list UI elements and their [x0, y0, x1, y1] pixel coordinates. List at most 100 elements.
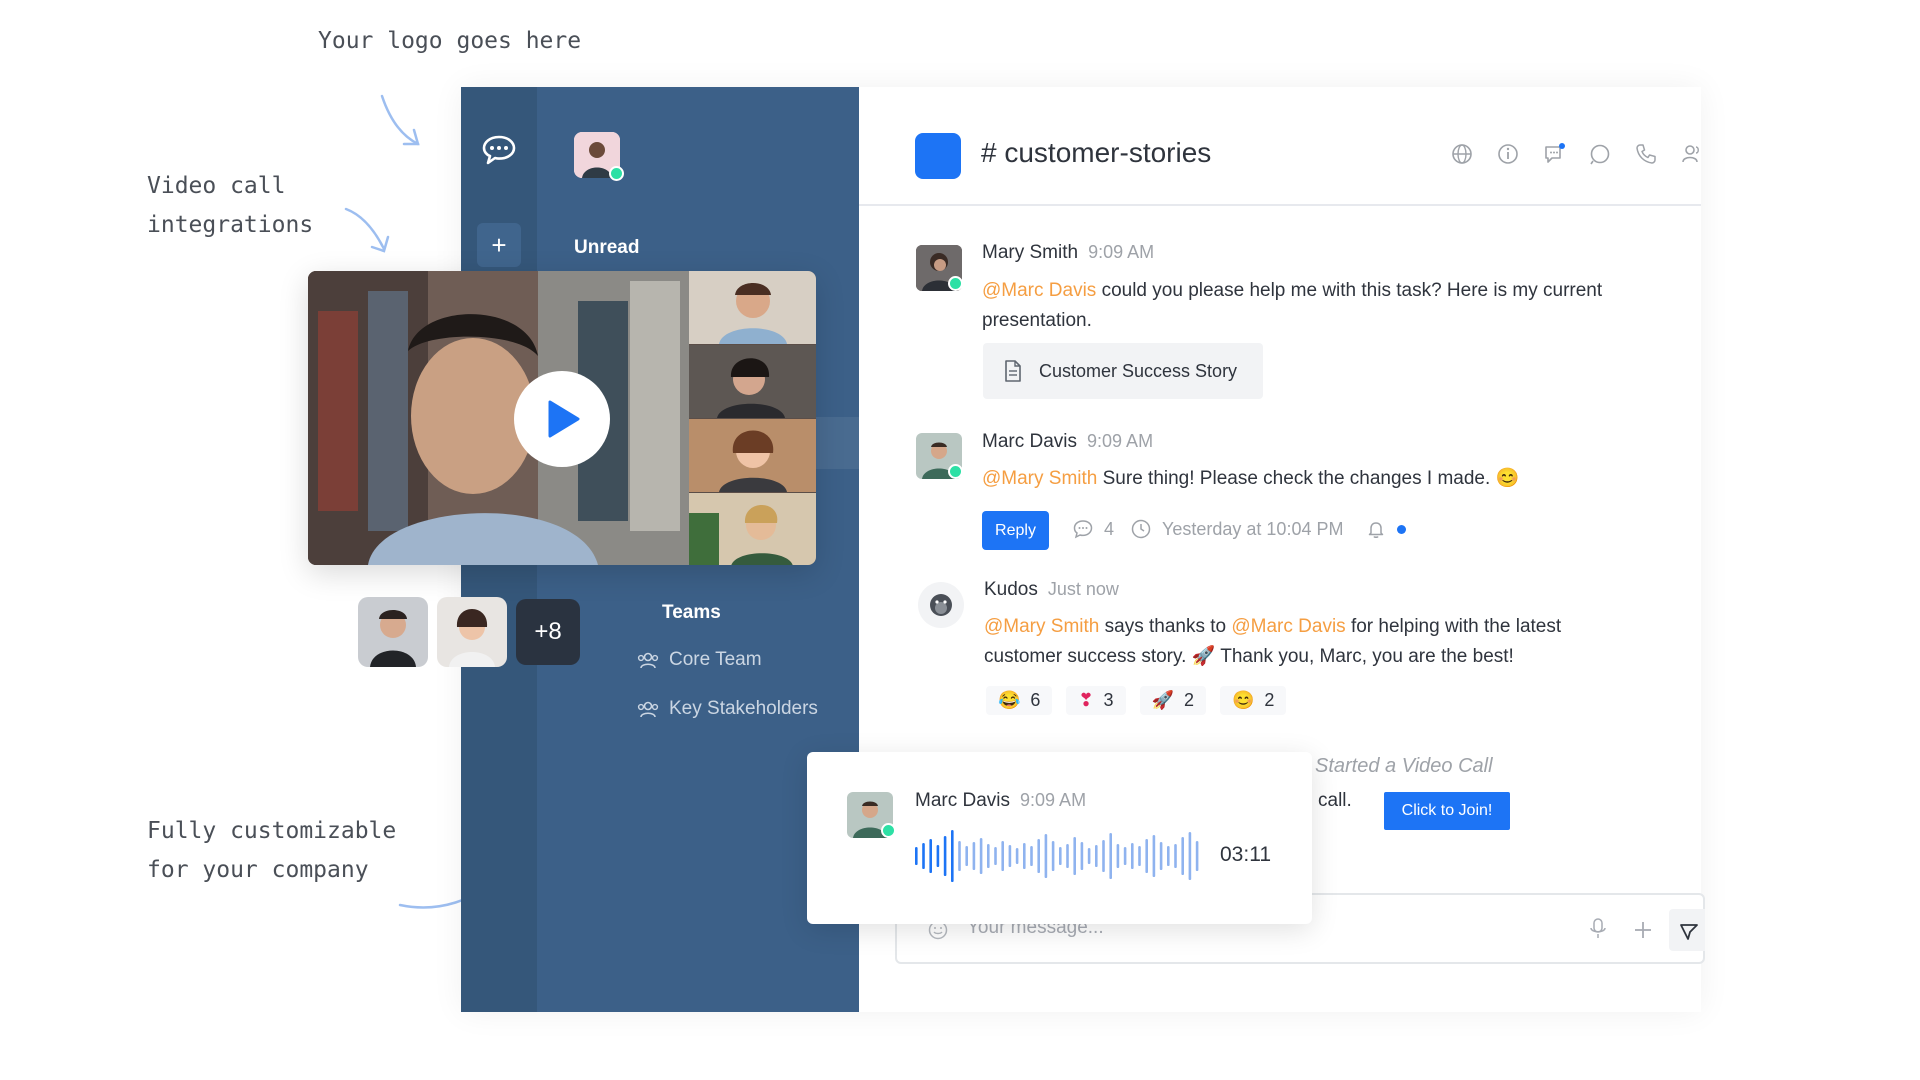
online-status-dot [881, 823, 896, 838]
waveform-bar [1059, 847, 1062, 865]
file-attachment[interactable]: Customer Success Story [983, 343, 1263, 399]
add-workspace-button[interactable]: + [477, 223, 521, 267]
participant-video[interactable] [689, 493, 816, 565]
custom-annotation-line1: Fully customizable [147, 818, 397, 844]
header-actions [1450, 142, 1704, 166]
comment-icon [1073, 520, 1093, 539]
message-body: @Mary Smith Sure thing! Please check the… [982, 464, 1682, 494]
message-author[interactable]: Kudos [984, 579, 1038, 600]
reaction-chip[interactable]: 😊 2 [1219, 686, 1287, 715]
team-icon [637, 652, 659, 669]
waveform-bar [1167, 846, 1170, 866]
custom-annotation-line2: for your company [147, 857, 369, 883]
mention-link[interactable]: @Marc Davis [982, 280, 1096, 301]
participant-video[interactable] [689, 419, 816, 492]
document-icon [1005, 360, 1021, 382]
avatar[interactable] [437, 597, 507, 667]
bell-icon[interactable] [1365, 518, 1387, 540]
message-time: 9:09 AM [1020, 790, 1087, 810]
discussion-icon[interactable] [1588, 142, 1612, 166]
send-icon [1680, 924, 1698, 940]
sidebar-section-unread: Unread [574, 237, 640, 258]
online-status-dot [948, 464, 963, 479]
waveform-bar [1001, 841, 1004, 871]
arrow-icon [380, 94, 420, 146]
waveform-bar [1152, 835, 1156, 877]
channel-avatar[interactable] [915, 133, 961, 179]
members-icon[interactable] [1680, 142, 1704, 166]
reaction-emoji: 😂 [998, 690, 1021, 710]
mention-link[interactable]: @Mary Smith [984, 616, 1099, 637]
participant-video[interactable] [689, 345, 816, 418]
mention-link[interactable]: @Marc Davis [1231, 616, 1345, 637]
threads-icon[interactable] [1542, 142, 1566, 166]
channel-title: # customer-stories [981, 137, 1212, 168]
waveform-bar [1080, 842, 1084, 870]
waveform-bar [1023, 843, 1026, 869]
waveform-bar [1095, 845, 1098, 867]
custom-annotation: Fully customizable for your company [147, 812, 396, 890]
waveform-bar [915, 847, 918, 865]
online-status-dot [609, 166, 624, 181]
logo-annotation: Your logo goes here [318, 28, 582, 54]
system-message: Started a Video Call [1315, 755, 1493, 777]
reaction-chip[interactable]: 😂 6 [986, 686, 1053, 715]
waveform-bar [1008, 845, 1012, 867]
waveform-bar [1051, 841, 1055, 871]
avatar[interactable] [358, 597, 428, 667]
message-header: Marc Davis 9:09 AM [982, 431, 1153, 453]
more-participants-badge[interactable]: +8 [516, 599, 580, 665]
reply-button[interactable]: Reply [982, 511, 1049, 550]
waveform-bar [1116, 844, 1120, 868]
plus-icon[interactable] [1632, 919, 1654, 941]
play-icon [548, 400, 580, 438]
video-annotation-line1: Video call [147, 173, 286, 199]
globe-icon[interactable] [1450, 142, 1474, 166]
audio-waveform[interactable] [915, 826, 1205, 886]
info-icon[interactable] [1496, 142, 1520, 166]
reaction-emoji: 🚀 [1151, 690, 1174, 710]
microphone-icon[interactable] [1587, 917, 1609, 941]
waveform-bar [1015, 848, 1019, 864]
reaction-emoji: ❣ [1078, 690, 1094, 710]
waveform-bar [987, 844, 990, 868]
play-button[interactable] [514, 371, 610, 467]
waveform-bar [1109, 833, 1112, 879]
waveform-bar [1195, 841, 1199, 871]
waveform-bar [1188, 832, 1192, 880]
reaction-chip[interactable]: ❣ 3 [1066, 686, 1126, 715]
audio-message-card: Marc Davis 9:09 AM 03:11 [807, 752, 1312, 924]
user-avatar-icon [437, 597, 507, 667]
mention-link[interactable]: @Mary Smith [982, 468, 1097, 489]
reaction-chip[interactable]: 🚀 2 [1139, 686, 1206, 715]
waveform-bar [1181, 837, 1184, 875]
last-reply-time: Yesterday at 10:04 PM [1162, 518, 1344, 539]
sidebar-item-key-stakeholders[interactable]: Key Stakeholders [637, 698, 818, 720]
avatar[interactable] [918, 582, 964, 628]
call-text: call. [1318, 790, 1352, 811]
participant-video[interactable] [689, 271, 816, 344]
send-button[interactable] [1669, 909, 1705, 951]
join-call-button[interactable]: Click to Join! [1384, 792, 1510, 830]
waveform-bar [1044, 834, 1048, 878]
message-header: Mary Smith 9:09 AM [982, 242, 1154, 264]
video-call-preview[interactable] [308, 271, 816, 565]
sidebar-item-core-team[interactable]: Core Team [637, 649, 762, 671]
video-main-feed [308, 271, 689, 565]
waveform-bar [1123, 847, 1127, 865]
waveform-bar [994, 847, 997, 865]
chat-bubble-icon[interactable] [481, 134, 517, 166]
gorilla-icon [930, 594, 952, 616]
team-icon [637, 701, 659, 718]
arrow-icon [344, 207, 390, 253]
message-author[interactable]: Marc Davis [982, 431, 1077, 452]
reaction-count: 2 [1264, 690, 1275, 710]
phone-icon[interactable] [1634, 142, 1658, 166]
waveform-bar [1037, 839, 1040, 873]
message-author[interactable]: Mary Smith [982, 242, 1078, 263]
waveform-bar [979, 838, 983, 874]
message-header: Kudos Just now [984, 579, 1119, 601]
clock-icon [1131, 519, 1151, 539]
message-author[interactable]: Marc Davis [915, 790, 1010, 811]
waveform-bar [1030, 846, 1033, 866]
